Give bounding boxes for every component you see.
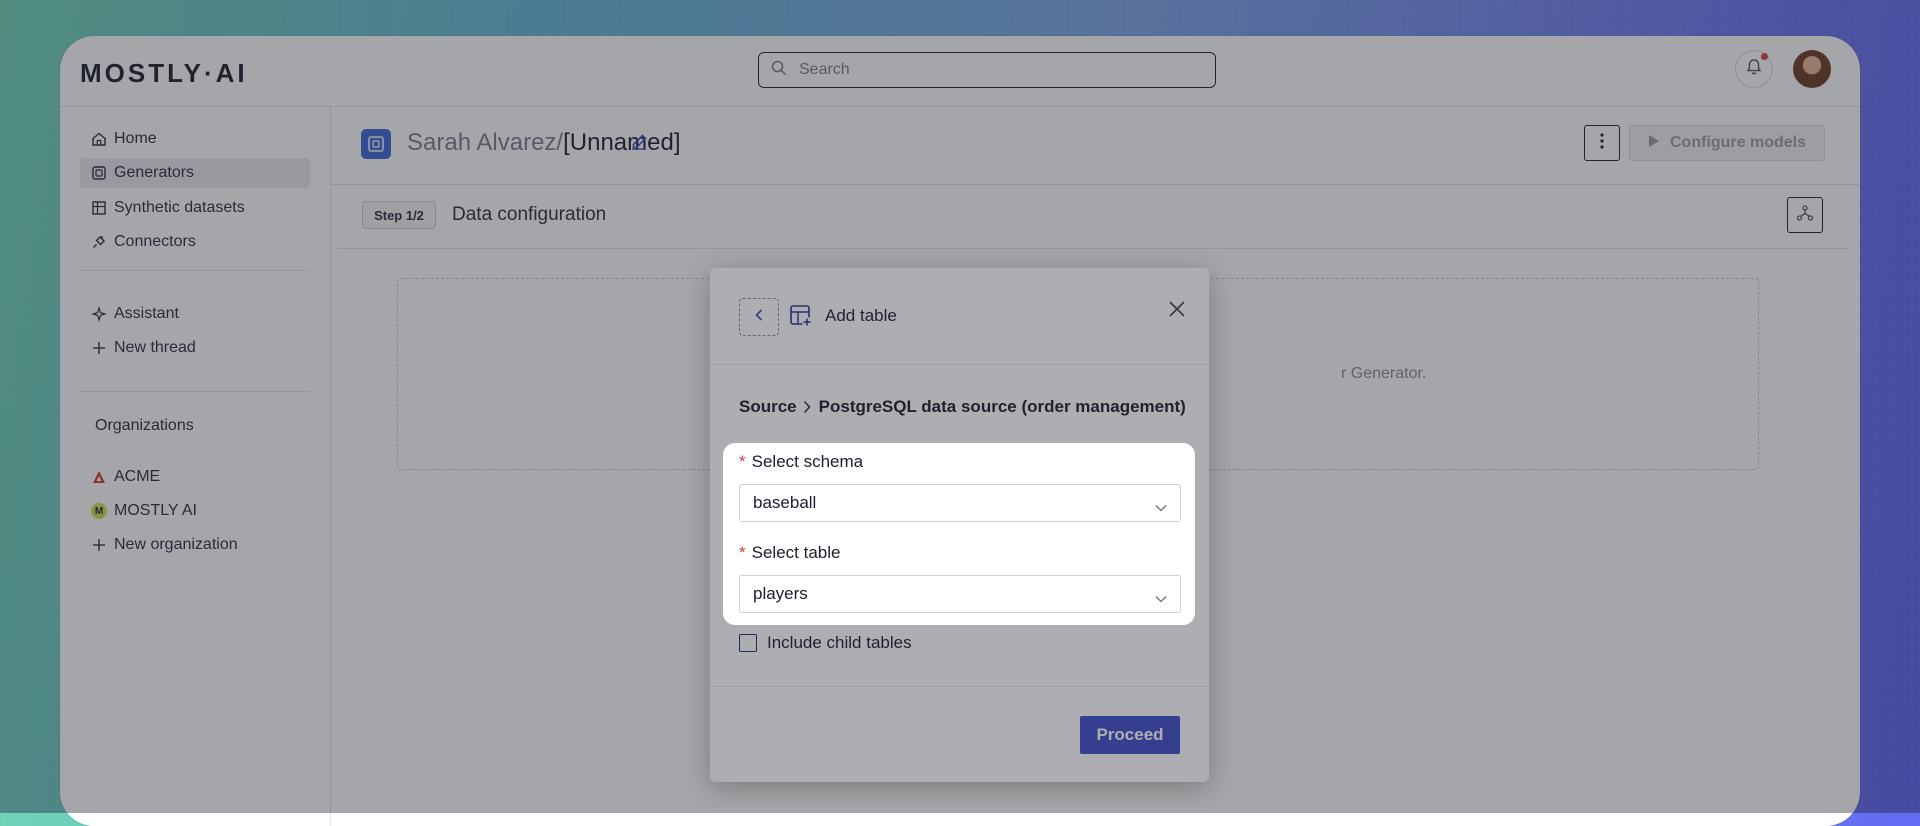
table-label: * Select table — [739, 543, 840, 563]
chevron-down-icon — [1155, 588, 1167, 608]
chevron-down-icon — [1155, 497, 1167, 517]
table-select[interactable]: players — [739, 575, 1181, 613]
schema-label: * Select schema — [739, 452, 863, 472]
schema-label-text: Select schema — [751, 452, 864, 471]
required-marker: * — [739, 452, 746, 471]
table-select-value: players — [753, 584, 808, 603]
schema-select[interactable]: baseball — [739, 484, 1181, 522]
add-table-modal: Add table Source PostgreSQL data source … — [710, 268, 1209, 782]
schema-select-value: baseball — [753, 493, 817, 512]
required-marker: * — [739, 543, 746, 562]
table-label-text: Select table — [751, 543, 841, 562]
